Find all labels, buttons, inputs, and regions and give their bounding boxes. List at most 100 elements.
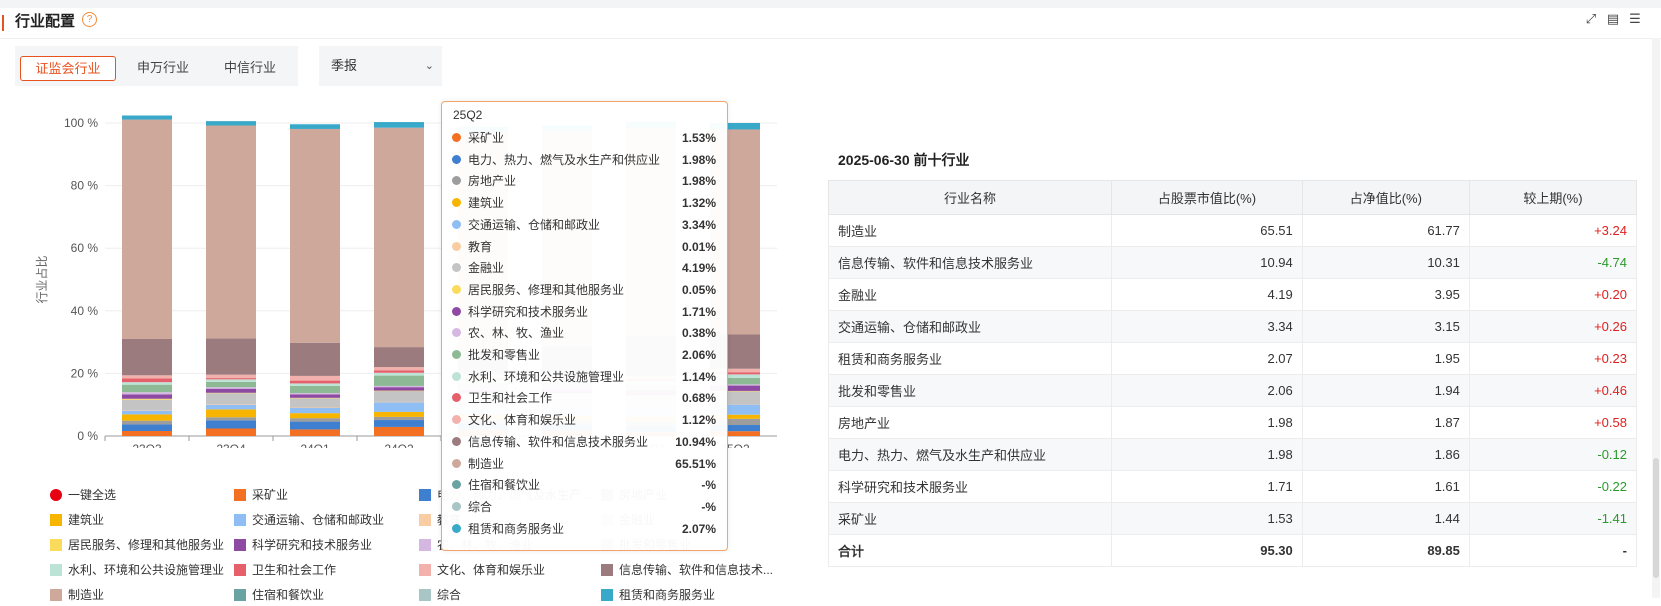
bar-segment	[206, 388, 256, 393]
column-header[interactable]: 较上期(%)	[1468, 180, 1638, 215]
table-row: 电力、热力、燃气及水生产和供应业 1.98 1.86 -0.12	[827, 438, 1638, 471]
bar-segment	[206, 379, 256, 382]
bar-segment	[290, 393, 340, 395]
chart-export-icon[interactable]: ⤢	[1584, 12, 1598, 26]
tooltip-series-value: 4.19%	[681, 261, 716, 276]
tooltip-series-dot	[452, 133, 461, 142]
column-header[interactable]: 占股票市值比(%)	[1111, 180, 1303, 215]
legend-swatch	[234, 489, 246, 501]
select-all-dot-icon	[50, 489, 62, 501]
y-axis-label: 行业占比	[34, 255, 49, 303]
legend-item[interactable]: 交通运输、仓储和邮政业	[234, 511, 384, 528]
tab-citic-industry[interactable]: 中信行业	[215, 56, 285, 79]
bar-segment	[290, 380, 340, 384]
table-total-row: 合计 95.30 89.85-	[827, 534, 1638, 567]
bar-segment	[122, 430, 172, 436]
period-select[interactable]: 季报 ⌄	[319, 46, 442, 86]
bar-segment	[374, 411, 424, 417]
nav-ratio-cell: 61.77	[1301, 214, 1470, 247]
y-tick-label: 100 %	[64, 116, 98, 130]
bar-segment	[374, 385, 424, 388]
y-tick-label: 20 %	[71, 366, 99, 380]
stock-mv-ratio-cell: 95.30	[1111, 534, 1303, 567]
tooltip-series-dot	[452, 436, 461, 446]
x-tick-label: 24Q1	[300, 442, 330, 448]
nav-ratio-cell: 1.95	[1301, 342, 1470, 375]
list-icon[interactable]: ☰	[1628, 12, 1642, 26]
legend-item[interactable]: 科学研究和技术服务业	[234, 536, 372, 553]
stock-mv-ratio-cell: 1.53	[1111, 502, 1303, 535]
tooltip-series-value: -%	[701, 499, 716, 514]
legend-label: 交通运输、仓储和邮政业	[252, 513, 385, 527]
tooltip-series-name: 采矿业	[468, 131, 505, 145]
chevron-down-icon: ⌄	[424, 60, 434, 72]
legend-item[interactable]: 租赁和商务服务业	[601, 586, 715, 603]
stock-mv-ratio-cell: 2.07	[1111, 342, 1303, 375]
legend-item[interactable]: 信息传输、软件和信息技术...	[601, 561, 773, 578]
legend-item[interactable]: 卫生和社会工作	[234, 561, 336, 578]
tooltip-series-dot	[452, 263, 461, 273]
change-cell: -1.41	[1468, 502, 1638, 535]
table-row: 租赁和商务服务业 2.07 1.95 +0.23	[827, 342, 1638, 375]
tooltip-series-dot	[452, 306, 461, 316]
tab-sw-industry[interactable]: 申万行业	[128, 56, 198, 79]
legend-item[interactable]: 建筑业	[50, 511, 104, 528]
bar-segment	[290, 398, 340, 408]
table-row: 制造业 65.51 61.77 +3.24	[827, 214, 1638, 247]
scrollbar-thumb[interactable]	[1653, 458, 1659, 578]
bar-segment	[122, 420, 172, 425]
legend-item[interactable]: 综合	[419, 586, 461, 603]
tooltip-row: 卫生和社会工作 0.68%	[452, 388, 716, 408]
legend-swatch	[419, 514, 431, 526]
tooltip-series-dot	[452, 415, 461, 425]
bar-segment	[374, 367, 424, 371]
tab-csrc-industry[interactable]: 证监会行业	[20, 56, 116, 81]
legend-item[interactable]: 文化、体育和娱乐业	[419, 561, 545, 578]
bar-segment	[374, 375, 424, 386]
bar-segment	[290, 394, 340, 398]
tooltip-series-dot	[452, 328, 461, 338]
help-icon[interactable]: ?	[82, 12, 97, 27]
tooltip-series-name: 卫生和社会工作	[468, 391, 553, 406]
table-row: 科学研究和技术服务业 1.71 1.61 -0.22	[827, 470, 1638, 503]
tooltip-series-dot	[452, 458, 461, 468]
tooltip-row: 交通运输、仓储和邮政业 3.34%	[452, 215, 716, 235]
legend-swatch	[50, 589, 62, 601]
legend-item[interactable]: 水利、环境和公共设施管理业	[50, 561, 224, 578]
legend-swatch	[234, 514, 246, 526]
legend-select-all[interactable]: 一键全选	[50, 486, 116, 503]
tooltip-series-value: 65.51%	[675, 456, 716, 471]
industry-standard-tabs: 证监会行业 申万行业 中信行业	[15, 46, 298, 86]
vertical-scrollbar[interactable]	[1652, 38, 1660, 598]
stock-mv-ratio-cell: 1.71	[1111, 470, 1303, 503]
stock-mv-ratio-cell: 4.19	[1111, 278, 1303, 311]
column-header[interactable]: 行业名称	[827, 180, 1113, 215]
bar-segment	[122, 410, 172, 411]
panel-header: 行业配置 ? ⤢ ▤ ☰	[0, 8, 1661, 39]
legend-item[interactable]: 住宿和餐饮业	[234, 586, 324, 603]
tooltip-row: 制造业 65.51%	[452, 454, 716, 474]
tooltip-row: 水利、环境和公共设施管理业 1.14%	[452, 367, 716, 387]
legend-item[interactable]: 采矿业	[234, 486, 288, 503]
legend-item[interactable]: 居民服务、修理和其他服务业	[50, 536, 224, 553]
bar-segment	[206, 409, 256, 418]
industry-name-cell: 信息传输、软件和信息技术服务业	[827, 246, 1113, 279]
tooltip-series-name: 房地产业	[468, 174, 517, 189]
change-cell: +0.23	[1468, 342, 1638, 375]
nav-ratio-cell: 89.85	[1301, 534, 1470, 567]
bar-segment	[206, 417, 256, 421]
legend-item[interactable]: 制造业	[50, 586, 104, 603]
stock-mv-ratio-cell: 65.51	[1111, 214, 1303, 247]
bar-segment	[206, 338, 256, 375]
y-tick-label: 40 %	[71, 304, 99, 318]
top10-industry-table: 行业名称 占股票市值比(%) 占净值比(%) 较上期(%) 制造业 65.51 61.77…	[827, 180, 1638, 567]
industry-name-cell: 制造业	[827, 214, 1113, 247]
tooltip-row: 文化、体育和娱乐业 1.12%	[452, 410, 716, 430]
tooltip-row: 农、林、牧、渔业 0.38%	[452, 323, 716, 343]
column-header[interactable]: 占净值比(%)	[1301, 180, 1470, 215]
table-row: 采矿业 1.53 1.44 -1.41	[827, 502, 1638, 535]
stock-mv-ratio-cell: 10.94	[1111, 246, 1303, 279]
tooltip-series-name: 批发和零售业	[468, 348, 541, 362]
legend-label: 一键全选	[68, 488, 117, 502]
excel-export-icon[interactable]: ▤	[1606, 12, 1620, 26]
